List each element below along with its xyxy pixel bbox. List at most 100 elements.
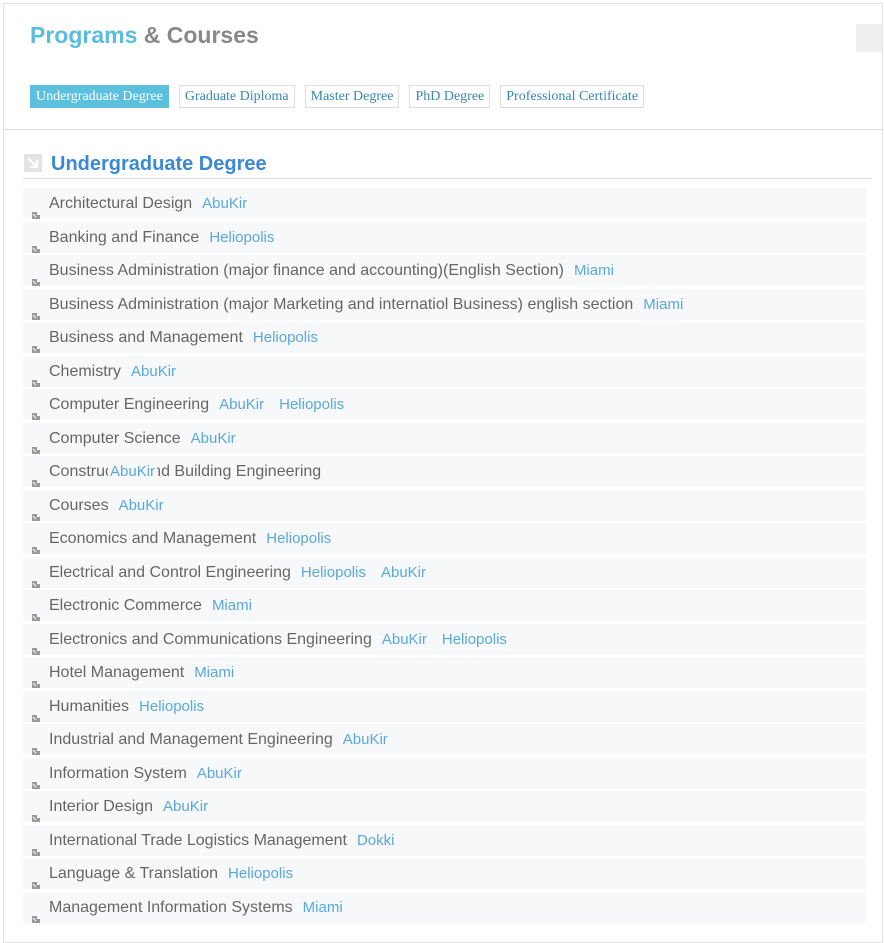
- list-item: Business and Management Heliopolis: [23, 322, 866, 353]
- course-name-link[interactable]: Electronics and Communications Engineeri…: [49, 631, 372, 648]
- course-name-link[interactable]: International Trade Logistics Management: [49, 832, 347, 849]
- campus-link[interactable]: Miami: [574, 262, 614, 279]
- bullet-arrow-icon: [31, 301, 41, 320]
- page-title-rest: & Courses: [143, 22, 259, 48]
- course-name-link[interactable]: Electronic Commerce: [49, 597, 202, 614]
- course-name-link[interactable]: Information System: [49, 765, 187, 782]
- course-name-link[interactable]: Humanities: [49, 698, 129, 715]
- list-item: Computer Engineering AbuKir Heliopolis: [23, 389, 866, 420]
- arrow-down-right-icon: [24, 154, 42, 172]
- course-name-link[interactable]: Courses: [49, 497, 109, 514]
- course-name-link[interactable]: Hotel Management: [49, 664, 184, 681]
- campus-link[interactable]: Miami: [194, 664, 234, 681]
- bullet-arrow-icon: [31, 502, 41, 521]
- campus-link[interactable]: AbuKir: [163, 798, 208, 815]
- bullet-arrow-icon: [31, 803, 41, 822]
- campus-link[interactable]: Heliopolis: [301, 564, 366, 581]
- bullet-arrow-icon: [31, 904, 41, 923]
- tab-undergraduate-degree[interactable]: Undergraduate Degree: [30, 85, 169, 108]
- list-item: Information System AbuKir: [23, 757, 866, 789]
- course-name-link[interactable]: Business and Management: [49, 329, 243, 346]
- list-item: Chemistry AbuKir: [23, 355, 866, 387]
- list-item: Industrial and Management Engineering Abu…: [23, 724, 866, 755]
- campus-link[interactable]: Heliopolis: [279, 396, 344, 413]
- course-name-link[interactable]: Chemistry: [49, 363, 121, 380]
- course-name-link[interactable]: Interior Design: [49, 798, 153, 815]
- campus-link[interactable]: Heliopolis: [209, 229, 274, 246]
- course-name-link[interactable]: Computer Science: [49, 430, 181, 447]
- bullet-arrow-icon: [31, 569, 41, 588]
- campus-link[interactable]: Dokki: [357, 832, 395, 849]
- bullet-arrow-icon: [31, 636, 41, 655]
- bullet-arrow-icon: [31, 703, 41, 722]
- bullet-arrow-icon: [31, 736, 41, 755]
- campus-link[interactable]: AbuKir: [343, 731, 388, 748]
- tab-master-degree[interactable]: Master Degree: [304, 85, 400, 108]
- collapsed-side-tab[interactable]: [856, 24, 882, 52]
- tab-professional-certificate[interactable]: Professional Certificate: [500, 85, 645, 108]
- list-item: Interior Design AbuKir: [23, 791, 866, 822]
- course-name-link[interactable]: Industrial and Management Engineering: [49, 731, 333, 748]
- course-name-link[interactable]: Computer Engineering: [49, 396, 209, 413]
- course-name-link[interactable]: Language & Translation: [49, 865, 218, 882]
- campus-link[interactable]: Miami: [643, 296, 683, 313]
- bullet-arrow-icon: [31, 401, 41, 420]
- list-item: Electrical and Control Engineering Heliop…: [23, 556, 866, 588]
- list-item: Banking and Finance Heliopolis: [23, 221, 866, 253]
- bullet-arrow-icon: [31, 870, 41, 889]
- bullet-arrow-icon: [31, 234, 41, 253]
- course-name-link[interactable]: Business Administration (major Marketing…: [49, 296, 633, 313]
- campus-link[interactable]: Heliopolis: [139, 698, 204, 715]
- course-name-link[interactable]: Business Administration (major finance a…: [49, 262, 564, 279]
- course-name-link[interactable]: Economics and Management: [49, 530, 256, 547]
- list-item: Architectural Design AbuKir: [23, 188, 866, 219]
- campus-link[interactable]: AbuKir: [191, 430, 236, 447]
- section-title: Undergraduate Degree: [51, 153, 267, 175]
- bullet-arrow-icon: [31, 837, 41, 856]
- bullet-arrow-icon: [31, 602, 41, 621]
- section-header: Undergraduate Degree: [23, 151, 871, 179]
- list-item: Business Administration (major finance a…: [23, 255, 866, 286]
- list-item: Economics and Management Heliopolis: [23, 523, 866, 554]
- bullet-arrow-icon: [31, 368, 41, 387]
- list-item: Language & Translation Heliopolis: [23, 858, 866, 889]
- list-item: Management Information Systems Miami: [23, 891, 866, 923]
- campus-link[interactable]: Heliopolis: [442, 631, 507, 648]
- list-item: Electronics and Communications Engineeri…: [23, 623, 866, 655]
- course-name-link[interactable]: Architectural Design: [49, 195, 192, 212]
- campus-link[interactable]: AbuKir: [197, 765, 242, 782]
- campus-link[interactable]: AbuKir: [381, 564, 426, 581]
- campus-link[interactable]: Heliopolis: [266, 530, 331, 547]
- campus-link[interactable]: AbuKir: [219, 396, 264, 413]
- campus-link[interactable]: AbuKir: [131, 363, 176, 380]
- list-item: Hotel Management Miami: [23, 657, 866, 688]
- bullet-arrow-icon: [31, 267, 41, 286]
- course-name-link[interactable]: Electrical and Control Engineering: [49, 564, 291, 581]
- bullet-arrow-icon: [31, 669, 41, 688]
- campus-link[interactable]: Heliopolis: [253, 329, 318, 346]
- list-item: Humanities Heliopolis: [23, 690, 866, 722]
- course-name-link[interactable]: Construction and Building Engineering: [49, 463, 321, 480]
- page-title: Programs & Courses: [30, 22, 259, 49]
- campus-link[interactable]: Miami: [212, 597, 252, 614]
- campus-link[interactable]: AbuKir: [119, 497, 164, 514]
- course-name-link[interactable]: Banking and Finance: [49, 229, 199, 246]
- programs-panel: Programs & Courses Undergraduate Degree G…: [3, 3, 883, 943]
- campus-link[interactable]: AbuKir: [108, 456, 158, 487]
- tab-graduate-diploma[interactable]: Graduate Diploma: [178, 85, 295, 108]
- page-title-accent: Programs: [30, 22, 138, 48]
- bullet-arrow-icon: [31, 535, 41, 554]
- campus-link[interactable]: Miami: [303, 899, 343, 916]
- campus-link[interactable]: Heliopolis: [228, 865, 293, 882]
- bullet-arrow-icon: [31, 770, 41, 789]
- campus-link[interactable]: AbuKir: [202, 195, 247, 212]
- tab-phd-degree[interactable]: PhD Degree: [409, 85, 491, 108]
- course-name-link[interactable]: Management Information Systems: [49, 899, 293, 916]
- bullet-arrow-icon: [31, 334, 41, 353]
- bullet-arrow-icon: [31, 200, 41, 219]
- campus-link[interactable]: AbuKir: [382, 631, 427, 648]
- panel-header: Programs & Courses Undergraduate Degree G…: [4, 4, 882, 130]
- degree-tabs: Undergraduate Degree Graduate Diploma Mast…: [30, 85, 645, 108]
- list-item: Electronic Commerce Miami: [23, 590, 866, 621]
- list-item: Computer Science AbuKir: [23, 422, 866, 454]
